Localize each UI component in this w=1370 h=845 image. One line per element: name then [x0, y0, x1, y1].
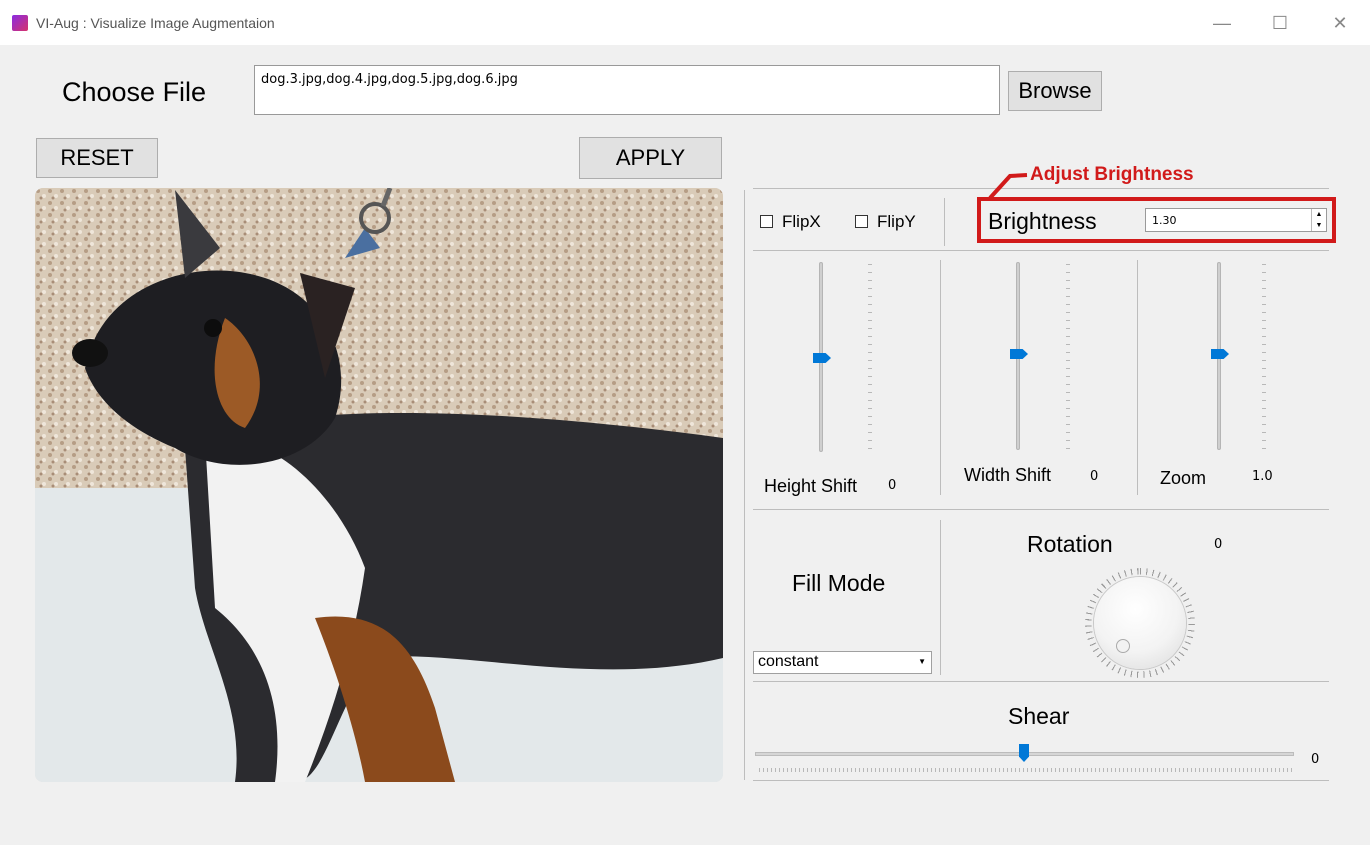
slider-separator-2: [1137, 260, 1138, 495]
shear-handle[interactable]: [1019, 744, 1029, 762]
fill-mode-label: Fill Mode: [792, 570, 886, 596]
flipy-checkbox[interactable]: [855, 215, 868, 228]
zoom-handle[interactable]: [1211, 349, 1229, 359]
shear-value: 0: [1311, 752, 1320, 767]
shear-label: Shear: [1008, 703, 1070, 729]
panel-divider-3: [753, 681, 1329, 682]
rotation-value: 0: [1214, 537, 1223, 552]
panel-divider-2: [753, 509, 1329, 510]
dog-photo: [35, 188, 723, 782]
spin-arrows[interactable]: ▲ ▼: [1311, 209, 1326, 231]
app-icon: [12, 15, 28, 31]
file-path-input[interactable]: dog.3.jpg,dog.4.jpg,dog.5.jpg,dog.6.jpg: [254, 65, 1000, 115]
panel-divider-1: [753, 250, 1329, 251]
width-shift-ticks: [1066, 264, 1070, 452]
fill-mode-select[interactable]: constant ▼: [753, 651, 932, 674]
slider-separator-1: [940, 260, 941, 495]
flipy-label: FlipY: [877, 212, 916, 231]
browse-button[interactable]: Browse: [1008, 71, 1102, 111]
spin-down-icon[interactable]: ▼: [1316, 222, 1323, 229]
height-shift-value: 0: [888, 478, 897, 493]
choose-file-label: Choose File: [62, 77, 207, 107]
width-shift-handle[interactable]: [1010, 349, 1028, 359]
zoom-label: Zoom: [1160, 468, 1207, 488]
flipx-checkbox[interactable]: [760, 215, 773, 228]
window-title: VI-Aug : Visualize Image Augmentaion: [36, 15, 275, 31]
apply-button[interactable]: APPLY: [579, 137, 722, 179]
minimize-button[interactable]: —: [1207, 10, 1237, 36]
image-preview: [35, 188, 723, 782]
brightness-annotation: Adjust Brightness: [1030, 164, 1194, 185]
spin-up-icon[interactable]: ▲: [1316, 211, 1323, 218]
zoom-value: 1.0: [1252, 469, 1273, 484]
rotation-dial-notch: [1116, 639, 1130, 653]
fill-mode-selected: constant: [758, 653, 819, 670]
width-shift-label: Width Shift: [964, 465, 1052, 485]
flipx-label: FlipX: [782, 212, 821, 231]
panel-left-border: [744, 190, 745, 780]
panel-bottom-line: [753, 780, 1329, 781]
maximize-button[interactable]: ☐: [1265, 10, 1295, 36]
width-shift-value: 0: [1090, 469, 1099, 484]
height-shift-label: Height Shift: [764, 476, 858, 496]
zoom-ticks: [1262, 264, 1266, 452]
brightness-spinbox[interactable]: 1.30: [1145, 208, 1327, 232]
fill-rotation-separator: [940, 520, 941, 675]
rotation-dial[interactable]: [1094, 577, 1186, 669]
height-shift-ticks: [868, 264, 872, 454]
close-button[interactable]: ✕: [1325, 10, 1355, 36]
panel-top-line: [753, 188, 1329, 189]
brightness-label: Brightness: [988, 208, 1097, 234]
reset-button[interactable]: RESET: [36, 138, 158, 178]
rotation-label: Rotation: [1027, 531, 1113, 557]
flip-separator: [944, 198, 945, 246]
chevron-down-icon: ▼: [918, 657, 926, 666]
shear-ticks: [759, 768, 1292, 772]
height-shift-handle[interactable]: [813, 353, 831, 363]
